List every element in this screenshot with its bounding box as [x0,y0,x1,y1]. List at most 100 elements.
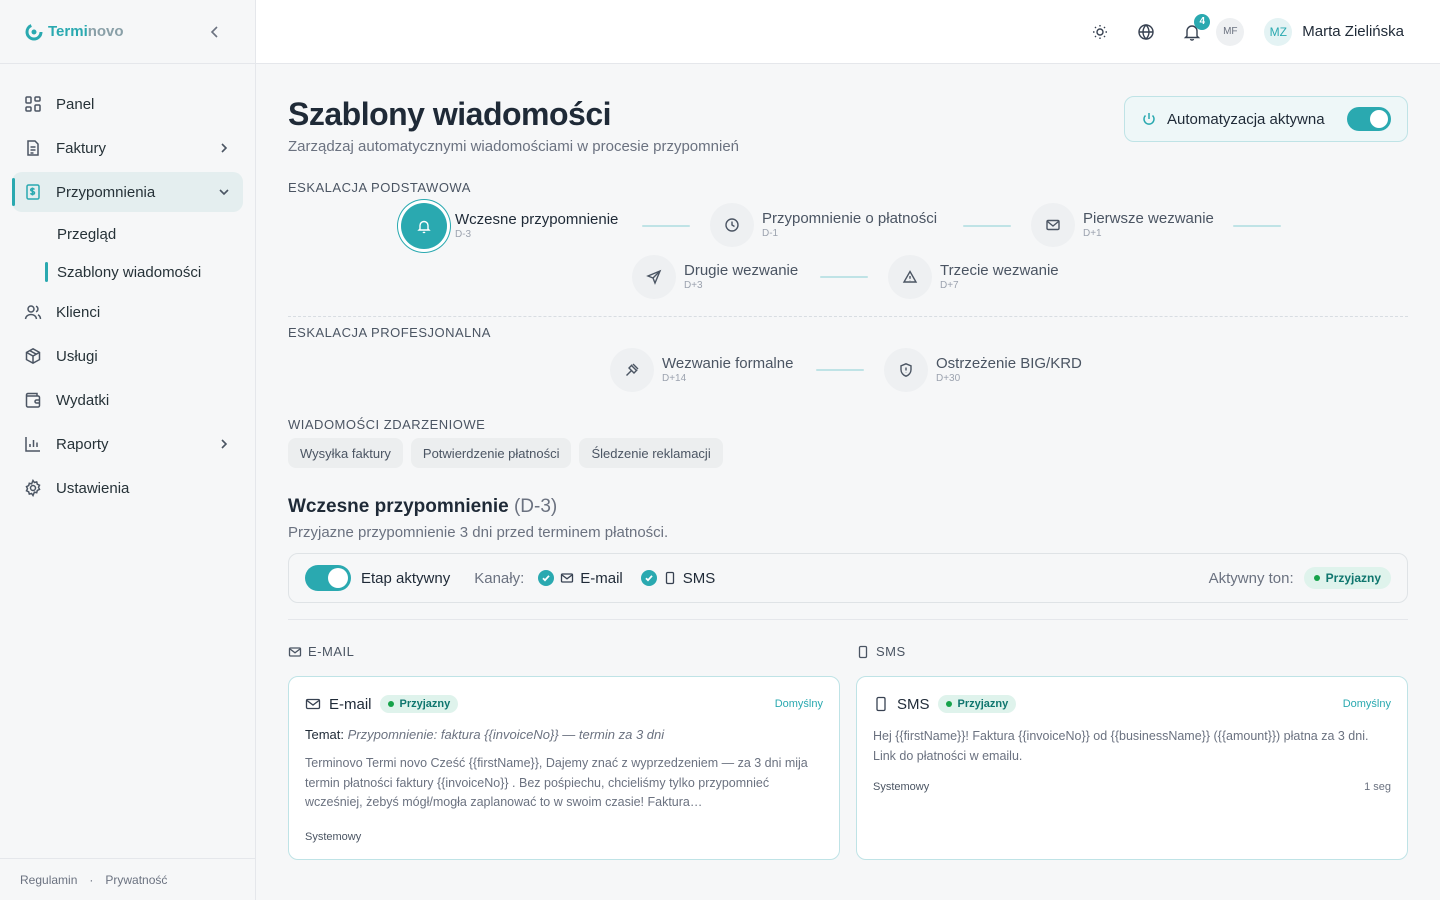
notifications-button[interactable]: 4 [1182,13,1211,42]
detail-subtitle: Przyjazne przypomnienie 3 dni przed term… [288,524,669,541]
users-icon [24,305,42,320]
sms-channel-checkbox[interactable] [640,570,657,586]
divider [288,619,1408,620]
step-third-notice[interactable]: Trzecie wezwanie D+7 [888,255,1059,299]
step-icon-wrap [632,255,676,299]
stage-active-toggle[interactable] [305,565,351,591]
email-template-card[interactable]: E-mail Przyjazny Domyślny Temat: Przypom… [288,676,840,860]
automation-toggle-box[interactable]: Automatyzacja aktywna [1124,96,1408,142]
event-chip[interactable]: Śledzenie reklamacji [579,438,723,468]
step-offset: D+30 [936,373,961,384]
topbar: 4 MF MZ Marta Zielińska [256,0,1440,64]
mail-icon [288,646,302,657]
tone-badge: Przyjazny [379,695,459,713]
status-dot [945,701,952,707]
step-big-krd-warning[interactable]: Ostrzeżenie BIG/KRD D+30 [884,348,1082,392]
step-icon-wrap [610,348,654,392]
sidebar-item-label: Raporty [56,435,109,453]
step-icon-wrap [401,203,447,249]
sun-icon[interactable] [1090,22,1110,42]
sms-column-text: SMS [876,644,906,659]
logo-text-2: novo [87,23,124,40]
email-subject: Temat: Przypomnienie: faktura {{invoiceN… [305,727,823,742]
step-offset: D+7 [940,280,959,291]
detail-title-code: (D-3) [513,496,558,517]
document-icon [27,140,39,156]
sidebar-item-label: Panel [56,95,95,113]
step-icon-wrap [884,348,928,392]
phone-icon [858,645,868,658]
detail-title: Wczesne przypomnienie (D-3) [288,496,557,518]
step-connector [963,225,1011,227]
dashboard-icon [25,96,41,112]
step-formal-notice[interactable]: Wezwanie formalne D+14 [610,348,793,392]
step-name: Drugie wezwanie [684,262,799,279]
card-footer: Systemowy 1 seg [873,781,1391,793]
mail-icon [1046,219,1060,231]
step-payment-reminder[interactable]: Przypomnienie o płatności D-1 [710,203,937,247]
email-body-preview: Terminovo Termi novo Cześć {{firstName}}… [305,756,808,809]
page-subtitle: Zarządzaj automatycznymi wiadomościami w… [288,138,740,155]
step-first-notice[interactable]: Pierwsze wezwanie D+1 [1031,203,1214,247]
logo-icon [25,23,43,40]
logo[interactable]: Termi novo [24,22,124,42]
sidebar-subitem-szablony[interactable]: Szablony wiadomości [45,254,243,290]
channels-label: Kanały: [474,569,525,587]
user-menu[interactable]: MZ Marta Zielińska [1264,17,1404,46]
notification-badge: 4 [1194,13,1211,30]
tone-badge: Przyjazny [937,695,1017,713]
step-icon-wrap [1031,203,1075,247]
globe-icon[interactable] [1136,22,1156,42]
chevron-right-icon [221,439,228,449]
sidebar-item-klienci[interactable]: Klienci [12,292,243,332]
phone-icon [665,571,674,585]
card-title: E-mail [329,695,372,713]
status-dot [1313,575,1320,581]
email-column-text: E-MAIL [308,644,355,659]
collapse-sidebar-icon[interactable] [207,24,223,40]
sidebar-item-label: Usługi [56,347,98,365]
automation-label: Automatyzacja aktywna [1167,110,1325,128]
step-early-reminder[interactable]: Wczesne przypomnienie D-3 [401,203,618,249]
card-header: E-mail Przyjazny Domyślny [305,695,823,713]
email-channel-checkbox[interactable] [538,570,555,586]
event-chip[interactable]: Potwierdzenie płatności [410,438,572,468]
sidebar-item-label: Faktury [56,139,107,157]
step-connector [1233,225,1281,227]
sidebar-item-ustawienia[interactable]: Ustawienia [12,468,243,508]
sms-body-preview: Hej {{firstName}}! Faktura {{invoiceNo}}… [873,729,1369,763]
sidebar-item-przypomnienia[interactable]: Przypomnienia [12,172,243,212]
sidebar-item-uslugi[interactable]: Usługi [12,336,243,376]
step-second-notice[interactable]: Drugie wezwanie D+3 [632,255,798,299]
subject-label: Temat: [305,727,345,742]
sms-template-card[interactable]: SMS Przyjazny Domyślny Hej {{firstName}}… [856,676,1408,860]
card-header: SMS Przyjazny Domyślny [873,695,1391,713]
event-chips: Wysyłka faktury Potwierdzenie płatności … [288,438,723,468]
page-title: Szablony wiadomości [288,96,612,132]
step-offset: D-3 [455,229,472,240]
dollar-file-icon [26,184,40,200]
box-icon [25,347,41,365]
section-professional-label: ESKALACJA PROFESJONALNA [288,325,491,340]
event-chip[interactable]: Wysyłka faktury [288,438,403,468]
sidebar-item-panel[interactable]: Panel [12,84,243,124]
privacy-link[interactable]: Prywatność [105,873,167,887]
automation-toggle[interactable] [1347,107,1391,131]
step-offset: D+1 [1083,228,1102,239]
secondary-avatar[interactable]: MF [1216,17,1245,46]
sms-segment-count: 1 seg [1364,781,1391,793]
step-offset: D-1 [762,228,779,239]
sidebar-item-raporty[interactable]: Raporty [12,424,243,464]
sidebar-item-faktury[interactable]: Faktury [12,128,243,168]
sms-channel-label: SMS [682,569,716,587]
terms-link[interactable]: Regulamin [20,873,77,887]
section-basic-label: ESKALACJA PODSTAWOWA [288,180,471,195]
step-name: Trzecie wezwanie [940,262,1059,279]
tone-value: Przyjazny [957,698,1009,710]
sidebar-subitem-przeglad[interactable]: Przegląd [45,216,243,252]
step-connector [642,225,690,227]
card-footer: Systemowy [305,831,823,843]
sidebar-item-wydatki[interactable]: Wydatki [12,380,243,420]
step-offset: D+3 [684,280,703,291]
send-icon [646,269,662,285]
